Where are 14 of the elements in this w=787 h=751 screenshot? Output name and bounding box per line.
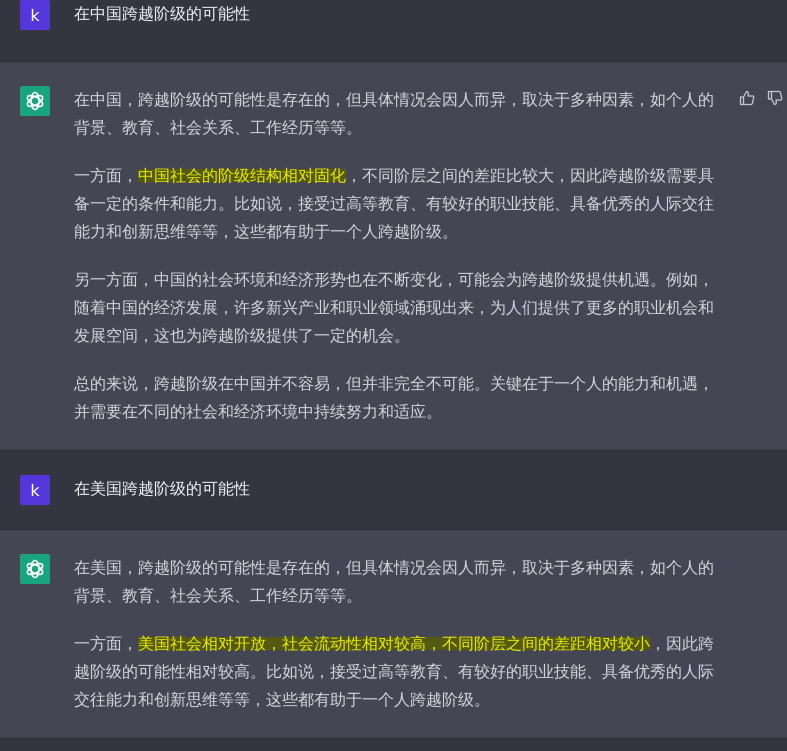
assistant-avatar [20,86,50,116]
user-prompt: 在美国跨越阶级的可能性 [74,478,251,500]
thumbs-up-icon[interactable] [739,90,755,106]
response-paragraph: 另一方面，中国的社会环境和经济形势也在不断变化，可能会为跨越阶级提供机遇。例如，随着中国的经济发展，许多新兴产业和职业领域涌现出来，为人们提供了更多的职业机会和发展空间，这也为跨越阶级提供了一定的机会。 [74,269,715,347]
thumbs-down-icon[interactable] [767,90,783,106]
response-paragraph: 总的来说，跨越阶级在中国并不容易，但并非完全不可能。关键在于一个人的能力和机遇，并需要在不同的社会和经济环境中持续努力和适应。 [74,373,715,423]
response-paragraph: 在中国，跨越阶级的可能性是存在的，但具体情况会因人而异，取决于多种因素，如个人的背景、教育、社会关系、工作经历等等。 [74,89,715,139]
user-prompt: 在中国跨越阶级的可能性 [74,3,251,25]
user-avatar: k [20,475,50,505]
response-paragraph: 一方面，中国社会的阶级结构相对固化，不同阶层之间的差距比较大，因此跨越阶级需要具备一定的条件和能力。比如说，接受过高等教育、有较好的职业技能、具备优秀的人际交往能力和创新思维等等，这些都有助于一个人跨越阶级。 [74,165,715,243]
response-paragraph: 在美国，跨越阶级的可能性是存在的，但具体情况会因人而异，取决于多种因素，如个人的背景、教育、社会关系、工作经历等等。 [74,557,715,607]
user-avatar: k [20,0,50,30]
response-paragraph: 一方面，美国社会相对开放，社会流动性相对较高，不同阶层之间的差距相对较小，因此跨越阶级的可能性相对较高。比如说，接受过高等教育、有较好的职业技能、具备优秀的人际交往能力和创新思维等等，这些都有助于一个人跨越阶级。 [74,633,715,711]
assistant-avatar [20,554,50,584]
